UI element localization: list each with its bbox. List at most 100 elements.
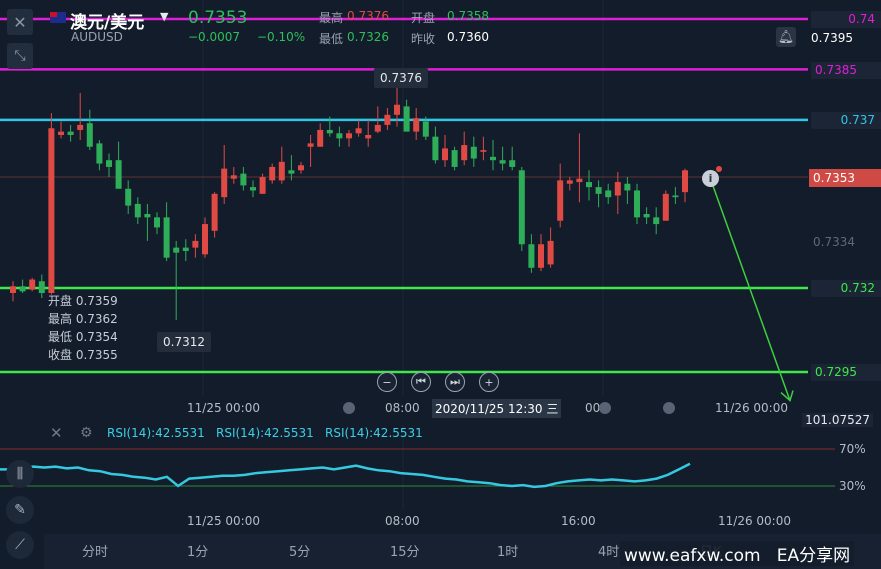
pencil-icon[interactable]: ✎ [6,496,34,524]
step-back-icon[interactable]: ⏮ [411,372,431,392]
candle-body [384,114,391,125]
candle-body [269,166,276,181]
candle-body [240,173,247,186]
candle-body [595,187,602,194]
candle-body [58,131,64,135]
timeframe-1m[interactable]: 1分 [187,541,208,560]
candle-body [326,129,333,134]
candle-body [432,136,439,161]
candle-body [288,170,295,174]
candle-body [394,104,400,115]
collapse-arrows-icon[interactable]: ⤡ [7,43,33,69]
candle-body [653,217,660,225]
info-icon[interactable]: i [702,170,719,187]
candle-body [499,160,506,164]
last-price: 0.7353 [188,8,248,28]
rsi-settings-icon[interactable]: ⚙ [80,425,93,441]
candle-body [48,128,55,293]
bell-icon[interactable]: 🔔︎ [776,27,796,47]
candle-body [605,190,612,198]
open-value: 0.7358 [447,9,489,23]
timeframe-tick[interactable]: 分时 [82,541,108,560]
candle-body [192,240,199,248]
candle-body [422,121,429,137]
caret-down-icon[interactable]: ▼ [160,10,168,23]
price-change: −0.0007 [188,30,241,44]
candle-body [365,134,372,139]
candle-body [67,131,74,135]
candle-body [77,124,84,130]
candle-body [19,286,26,292]
candle-body [29,279,36,290]
candle-body [317,129,324,147]
candle-body [470,146,477,159]
candle-body [278,161,285,181]
prev-close-label: 昨收 [411,32,436,46]
chart-canvas[interactable] [0,0,881,569]
candle-body [576,178,583,183]
candle-body [154,217,160,228]
price-tag-07385: 0.7385 [811,62,881,79]
candle-body [643,213,650,218]
ohlc-close: 收盘 0.7355 [48,348,118,362]
time-label: 11/25 00:00 [187,401,260,415]
candle-body [403,106,410,132]
candle-body [413,118,420,132]
time-label: 08:00 [385,401,420,415]
candle-body [480,150,487,152]
candle-body [518,170,525,245]
candle-body [307,143,314,147]
candle-body [211,193,218,231]
candle-body [509,160,516,167]
rsi-label: RSI(14):42.5531 [107,426,205,440]
candle-body [10,286,16,293]
ohlc-low: 最低 0.7354 [48,330,118,344]
timeframe-15m[interactable]: 15分 [390,541,420,560]
watermark: www.eafxw.com EA分享网 [620,541,855,566]
rsi-level-30: 30% [839,479,866,493]
candle-body [182,247,189,251]
step-forward-icon[interactable]: ⏭ [445,372,465,392]
time-label-suffix: 00 [585,401,601,415]
dot-marker [663,402,675,414]
candle-body [355,128,362,134]
candle-body [134,203,141,218]
time-label: 11/26 00:00 [718,514,791,528]
candle-body [461,145,468,161]
candle-body [106,160,112,167]
high-marker-bubble: 0.7376 [374,68,428,88]
minus-icon[interactable]: − [377,372,397,392]
candle-body [336,133,343,139]
rsi-close-icon[interactable]: ✕ [50,424,63,442]
candle-body [682,170,688,193]
flag-icon [50,12,66,23]
candle-type-icon[interactable]: ⫼ [6,460,34,488]
dot-marker [599,402,611,414]
candle-body [538,244,544,268]
crosshair-value-readout: 101.07527 [802,413,873,427]
candle-body [86,123,93,147]
ohlc-high: 最高 0.7362 [48,312,118,326]
timeframe-1h[interactable]: 1时 [497,541,518,560]
timeframe-5m[interactable]: 5分 [289,541,310,560]
candle-body [614,182,621,196]
close-icon[interactable]: ✕ [7,9,33,35]
open-label: 开盘 [411,11,436,25]
price-tag-074: 0.74 [811,11,881,28]
price-tag-0732: 0.732 [811,280,881,297]
price-tick-07334: 0.7334 [813,235,855,249]
low-marker-bubble: 0.7312 [157,332,211,352]
ohlc-open: 开盘 0.7359 [48,294,118,308]
candle-body [557,180,564,221]
candle-body [662,193,669,221]
line-tool-icon[interactable]: ⟋ [6,531,34,559]
candle-body [259,177,266,194]
rsi-level-70: 70% [839,442,866,456]
alert-dot [716,166,722,172]
high-value: 0.7376 [347,9,389,23]
candle-body [547,240,554,265]
plus-icon[interactable]: + [479,372,499,392]
candle-body [586,182,592,188]
candle-body [230,175,237,179]
timeframe-4h[interactable]: 4时 [598,541,619,560]
